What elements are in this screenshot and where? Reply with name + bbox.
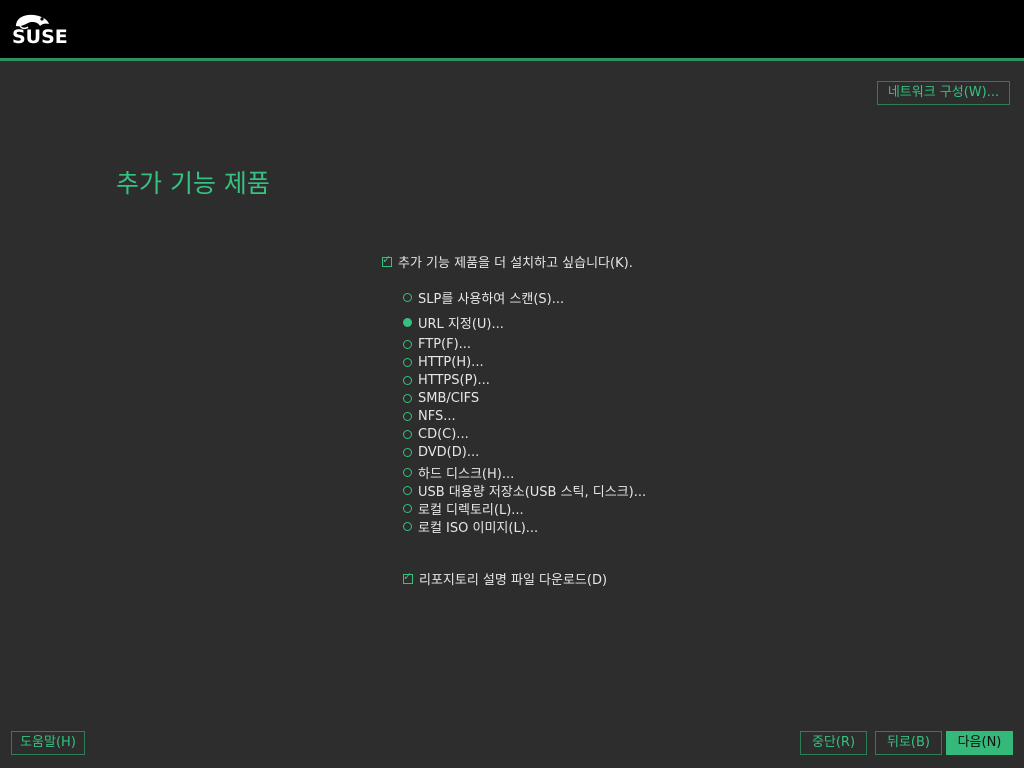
option-label: 로컬 ISO 이미지(L)... <box>418 521 539 536</box>
add-on-checkbox-label: 추가 기능 제품을 더 설치하고 싶습니다(K). <box>398 256 633 271</box>
back-button[interactable]: 뒤로(B) <box>875 731 942 755</box>
radio-icon[interactable] <box>403 486 412 495</box>
radio-icon[interactable] <box>403 468 412 477</box>
download-checkbox-row[interactable]: ✓ 리포지토리 설명 파일 다운로드(D) <box>403 569 607 588</box>
suse-logo: SUSE <box>10 12 80 48</box>
radio-icon[interactable] <box>403 412 412 421</box>
radio-icon[interactable] <box>403 522 412 531</box>
checkmark-icon: ✓ <box>382 252 392 266</box>
option-https[interactable]: HTTPS(P)... <box>403 373 490 388</box>
logo-wordmark: SUSE <box>12 26 68 48</box>
radio-icon[interactable] <box>403 358 412 367</box>
radio-icon[interactable] <box>403 430 412 439</box>
option-ftp[interactable]: FTP(F)... <box>403 337 471 352</box>
option-http[interactable]: HTTP(H)... <box>403 355 484 370</box>
download-checkbox[interactable]: ✓ <box>403 569 413 584</box>
option-hard-disk[interactable]: 하드 디스크(H)... <box>403 463 514 482</box>
option-local-iso[interactable]: 로컬 ISO 이미지(L)... <box>403 517 538 536</box>
option-smb[interactable]: SMB/CIFS <box>403 391 479 406</box>
checkmark-icon: ✓ <box>403 569 413 583</box>
radio-icon[interactable] <box>403 448 412 457</box>
option-url[interactable]: URL 지정(U)... <box>403 313 504 332</box>
network-config-button[interactable]: 네트워크 구성(W)... <box>877 81 1010 105</box>
option-label: CD(C)... <box>418 427 469 442</box>
option-label: HTTP(H)... <box>418 355 484 370</box>
option-label: SLP를 사용하여 스캔(S)... <box>418 292 565 307</box>
option-label: DVD(D)... <box>418 445 480 460</box>
radio-selected-icon[interactable] <box>403 318 412 327</box>
option-label: NFS... <box>418 409 456 424</box>
top-bar: SUSE <box>0 0 1024 61</box>
option-label: 하드 디스크(H)... <box>418 467 515 482</box>
option-usb[interactable]: USB 대용량 저장소(USB 스틱, 디스크)... <box>403 481 646 500</box>
add-on-checkbox-row[interactable]: ✓ 추가 기능 제품을 더 설치하고 싶습니다(K). <box>382 252 633 271</box>
option-label: HTTPS(P)... <box>418 373 490 388</box>
option-label: FTP(F)... <box>418 337 472 352</box>
download-checkbox-label: 리포지토리 설명 파일 다운로드(D) <box>419 573 608 588</box>
option-slp[interactable]: SLP를 사용하여 스캔(S)... <box>403 288 564 307</box>
page-title: 추가 기능 제품 <box>116 169 270 198</box>
option-label: SMB/CIFS <box>418 391 480 406</box>
add-on-checkbox[interactable]: ✓ <box>382 252 392 267</box>
option-label: USB 대용량 저장소(USB 스틱, 디스크)... <box>418 485 647 500</box>
radio-icon[interactable] <box>403 504 412 513</box>
option-label: 로컬 디렉토리(L)... <box>418 503 524 518</box>
option-cd[interactable]: CD(C)... <box>403 427 469 442</box>
option-local-directory[interactable]: 로컬 디렉토리(L)... <box>403 499 524 518</box>
radio-icon[interactable] <box>403 394 412 403</box>
radio-icon[interactable] <box>403 340 412 349</box>
radio-icon[interactable] <box>403 376 412 385</box>
option-nfs[interactable]: NFS... <box>403 409 456 424</box>
option-dvd[interactable]: DVD(D)... <box>403 445 479 460</box>
next-button[interactable]: 다음(N) <box>946 731 1013 755</box>
radio-icon[interactable] <box>403 293 412 302</box>
abort-button[interactable]: 중단(R) <box>800 731 867 755</box>
option-label: URL 지정(U)... <box>418 317 504 332</box>
help-button[interactable]: 도움말(H) <box>11 731 85 755</box>
